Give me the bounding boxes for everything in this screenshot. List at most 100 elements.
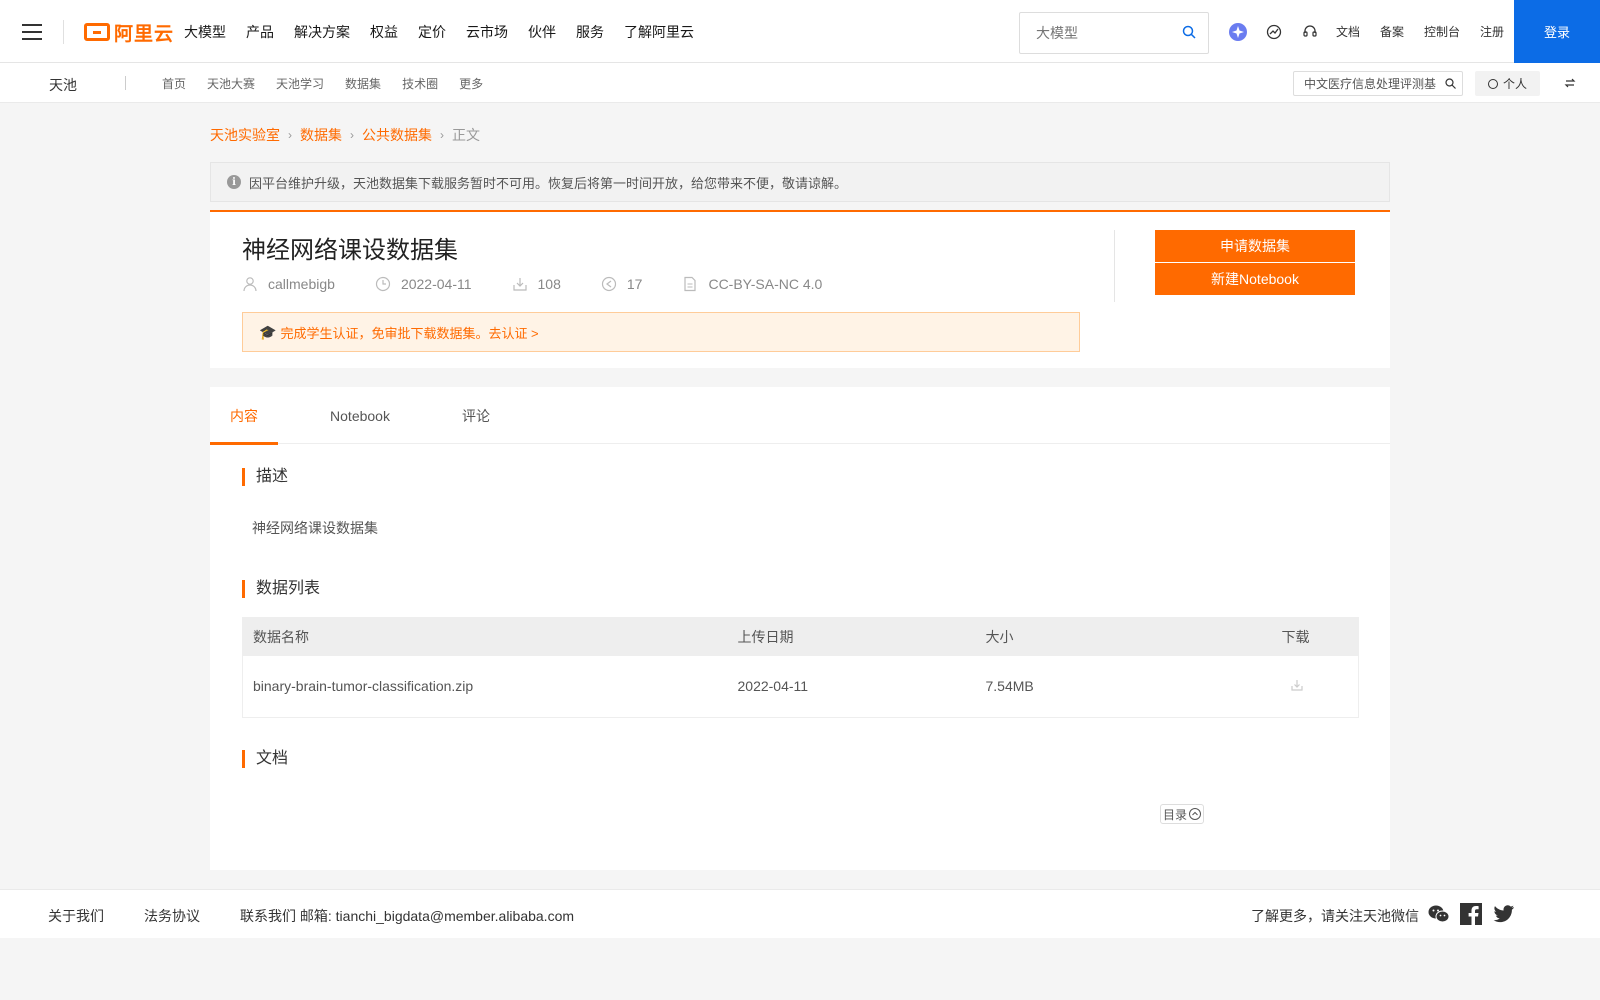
description-text: 神经网络课设数据集 [252, 520, 378, 536]
nav-item-benefits[interactable]: 权益 [370, 22, 398, 42]
tianchi-search [1293, 71, 1463, 96]
chevron-up-icon [1189, 808, 1201, 820]
column-header-date: 上传日期 [727, 617, 976, 656]
share-count: 17 [626, 276, 643, 292]
link-docs[interactable]: 文档 [1336, 23, 1360, 40]
user-icon [243, 277, 257, 292]
tab-comments[interactable]: 评论 [442, 387, 510, 444]
breadcrumb: 天池实验室 › 数据集 › 公共数据集 › 正文 [210, 125, 480, 145]
subnav-more[interactable]: 更多 [459, 75, 483, 92]
nav-item-solutions[interactable]: 解决方案 [294, 22, 350, 42]
new-notebook-button[interactable]: 新建Notebook [1155, 263, 1355, 295]
tab-notebook[interactable]: Notebook [278, 387, 442, 444]
divider [63, 20, 64, 44]
global-search-input[interactable] [1020, 13, 1170, 53]
apply-dataset-button[interactable]: 申请数据集 [1155, 230, 1355, 262]
nav-item-large-model[interactable]: 大模型 [184, 22, 226, 42]
search-icon[interactable] [1182, 25, 1196, 39]
download-icon[interactable] [1290, 678, 1304, 692]
footer-follow-text: 了解更多，请关注天池微信 [1251, 908, 1419, 924]
link-register[interactable]: 注册 [1480, 23, 1504, 40]
breadcrumb-item-lab[interactable]: 天池实验室 [210, 125, 280, 145]
documents-heading: 文档 [242, 750, 288, 768]
meta-downloads: 108 [512, 276, 561, 292]
logo-text: 阿里云 [114, 23, 175, 45]
nav-item-partners[interactable]: 伙伴 [528, 22, 556, 42]
personal-button[interactable]: 个人 [1475, 71, 1540, 96]
nav-item-products[interactable]: 产品 [246, 22, 274, 42]
student-certification-banner[interactable]: 🎓 完成学生认证，免审批下载数据集。去认证 > [242, 312, 1080, 352]
file-name: binary-brain-tumor-classification.zip [253, 678, 474, 695]
main-nav: 大模型 产品 解决方案 权益 定价 云市场 伙伴 服务 了解阿里云 [184, 0, 714, 63]
breadcrumb-item-current: 正文 [452, 127, 480, 143]
explore-icon[interactable] [1264, 22, 1284, 42]
nav-item-about-aliyun[interactable]: 了解阿里云 [624, 22, 694, 42]
subnav-learning[interactable]: 天池学习 [276, 75, 324, 92]
aliyun-logo[interactable]: 阿里云 [84, 19, 174, 45]
info-icon: i [227, 175, 241, 189]
switch-icon[interactable] [1564, 77, 1576, 89]
menu-icon[interactable] [22, 24, 42, 40]
link-filing[interactable]: 备案 [1380, 23, 1404, 40]
data-file-table: 数据名称 上传日期 大小 下载 binary-brain-tumor-class… [242, 617, 1359, 718]
nav-item-marketplace[interactable]: 云市场 [466, 22, 508, 42]
chevron-right-icon: › [288, 128, 292, 142]
login-button[interactable]: 登录 [1514, 0, 1600, 63]
dataset-meta: callmebigb 2022-04-11 108 17 CC-BY-SA-NC… [242, 276, 862, 292]
dataset-content-card: 内容 Notebook 评论 描述 神经网络课设数据集 数据列表 数据名称 上传… [210, 387, 1390, 870]
footer-about-link[interactable]: 关于我们 [48, 906, 104, 926]
top-navigation-bar: 阿里云 大模型 产品 解决方案 权益 定价 云市场 伙伴 服务 了解阿里云 文档… [0, 0, 1600, 63]
file-date: 2022-04-11 [737, 678, 809, 695]
subnav-tech-circle[interactable]: 技术圈 [402, 75, 438, 92]
tianchi-subbar: 天池 首页 天池大赛 天池学习 数据集 技术圈 更多 个人 [0, 63, 1600, 103]
graduation-cap-icon: 🎓 [259, 323, 277, 340]
download-count-icon [512, 278, 527, 291]
meta-shares: 17 [601, 276, 643, 292]
breadcrumb-item-public-datasets[interactable]: 公共数据集 [362, 125, 432, 145]
maintenance-notice: i 因平台维护升级，天池数据集下载服务暂时不可用。恢复后将第一时间开放，给您带来… [210, 162, 1390, 202]
ai-assistant-icon[interactable] [1228, 22, 1248, 42]
wechat-icon[interactable] [1428, 903, 1450, 925]
top-utility-links: 文档 备案 控制台 注册 [1228, 0, 1524, 63]
chevron-right-icon: › [440, 128, 444, 142]
headset-icon[interactable] [1300, 22, 1320, 42]
aliyun-logo-icon [84, 23, 110, 41]
notice-text: 因平台维护升级，天池数据集下载服务暂时不可用。恢复后将第一时间开放，给您带来不便… [249, 175, 848, 191]
author-name[interactable]: callmebigb [268, 276, 335, 292]
license-text: CC-BY-SA-NC 4.0 [708, 276, 823, 292]
meta-author: callmebigb [242, 276, 335, 292]
subnav-competitions[interactable]: 天池大赛 [207, 75, 255, 92]
table-of-contents-button[interactable]: 目录 [1160, 804, 1204, 824]
data-list-heading: 数据列表 [242, 580, 320, 598]
dataset-title: 神经网络课设数据集 [242, 237, 458, 264]
file-size: 7.54MB [985, 678, 1034, 695]
subnav-datasets[interactable]: 数据集 [345, 75, 381, 92]
facebook-icon[interactable] [1460, 903, 1482, 925]
search-icon[interactable] [1445, 78, 1456, 89]
nav-item-pricing[interactable]: 定价 [418, 22, 446, 42]
tianchi-search-input[interactable] [1294, 72, 1442, 95]
publish-date: 2022-04-11 [400, 276, 472, 292]
footer-legal-link[interactable]: 法务协议 [144, 906, 200, 926]
column-header-name: 数据名称 [242, 617, 728, 656]
toc-label: 目录 [1162, 807, 1187, 822]
breadcrumb-item-datasets[interactable]: 数据集 [300, 125, 342, 145]
chevron-right-icon: › [350, 128, 354, 142]
divider [125, 76, 126, 90]
tianchi-brand[interactable]: 天池 [49, 75, 77, 95]
twitter-icon[interactable] [1493, 903, 1515, 925]
download-count: 108 [537, 276, 561, 292]
global-search [1019, 12, 1209, 54]
description-heading: 描述 [242, 468, 288, 486]
tab-content[interactable]: 内容 [210, 387, 278, 445]
subnav-home[interactable]: 首页 [162, 75, 186, 92]
meta-license: CC-BY-SA-NC 4.0 [682, 276, 822, 292]
nav-item-services[interactable]: 服务 [576, 22, 604, 42]
meta-date: 2022-04-11 [375, 276, 472, 292]
footer: 关于我们 法务协议 联系我们 邮箱: tianchi_bigdata@membe… [0, 889, 1600, 938]
link-console[interactable]: 控制台 [1424, 23, 1460, 40]
table-row: binary-brain-tumor-classification.zip 20… [243, 656, 1359, 718]
tianchi-nav: 首页 天池大赛 天池学习 数据集 技术圈 更多 [162, 63, 504, 103]
cert-text[interactable]: 完成学生认证，免审批下载数据集。去认证 > [280, 323, 538, 342]
clock-icon [375, 276, 391, 292]
